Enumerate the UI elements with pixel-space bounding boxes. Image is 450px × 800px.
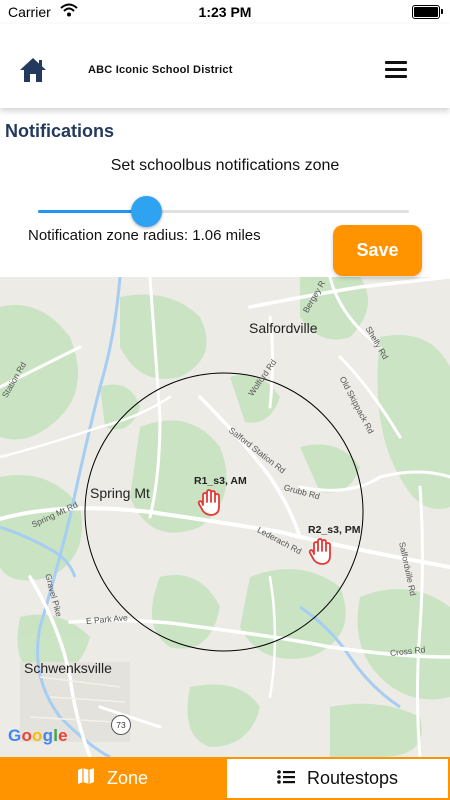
map-view[interactable]: Salfordville Spring Mt Schwenksville Ber…	[0, 277, 450, 757]
map-icon	[77, 767, 95, 790]
place-schwenksville: Schwenksville	[24, 660, 112, 676]
district-title: ABC Iconic School District	[88, 64, 233, 76]
place-spring-mt: Spring Mt	[90, 485, 150, 501]
google-logo: Google	[8, 726, 68, 745]
place-salfordville: Salfordville	[249, 320, 318, 336]
slider-thumb[interactable]	[130, 196, 162, 227]
status-time: 1:23 PM	[198, 4, 252, 20]
stop-label-r2: R2_s3, PM	[308, 524, 361, 536]
home-icon[interactable]	[18, 56, 48, 84]
app-header: ABC Iconic School District	[0, 24, 450, 108]
hand-stop-icon[interactable]	[307, 536, 335, 566]
radius-slider[interactable]	[38, 196, 409, 227]
tab-zone-label: Zone	[106, 768, 149, 788]
save-button[interactable]: Save	[333, 225, 422, 276]
zone-subtitle: Set schoolbus notifications zone	[110, 157, 340, 174]
tab-routestops-label: Routestops	[306, 768, 399, 788]
stop-label-r1: R1_s3, AM	[194, 475, 247, 487]
battery-icon	[412, 5, 443, 19]
page-title: Notifications	[5, 121, 115, 141]
route-shield: 73	[111, 715, 131, 735]
list-icon	[277, 768, 295, 789]
radius-label: Notification zone radius: 1.06 miles	[28, 227, 261, 244]
hamburger-menu-icon[interactable]	[385, 59, 409, 79]
slider-fill	[38, 210, 146, 213]
tab-zone[interactable]: Zone	[0, 757, 225, 800]
tab-routestops[interactable]: Routestops	[225, 757, 450, 800]
hand-stop-icon[interactable]	[196, 487, 224, 517]
status-bar: Carrier 1:23 PM	[0, 0, 450, 24]
bottom-tab-bar: Zone Routestops	[0, 757, 450, 800]
